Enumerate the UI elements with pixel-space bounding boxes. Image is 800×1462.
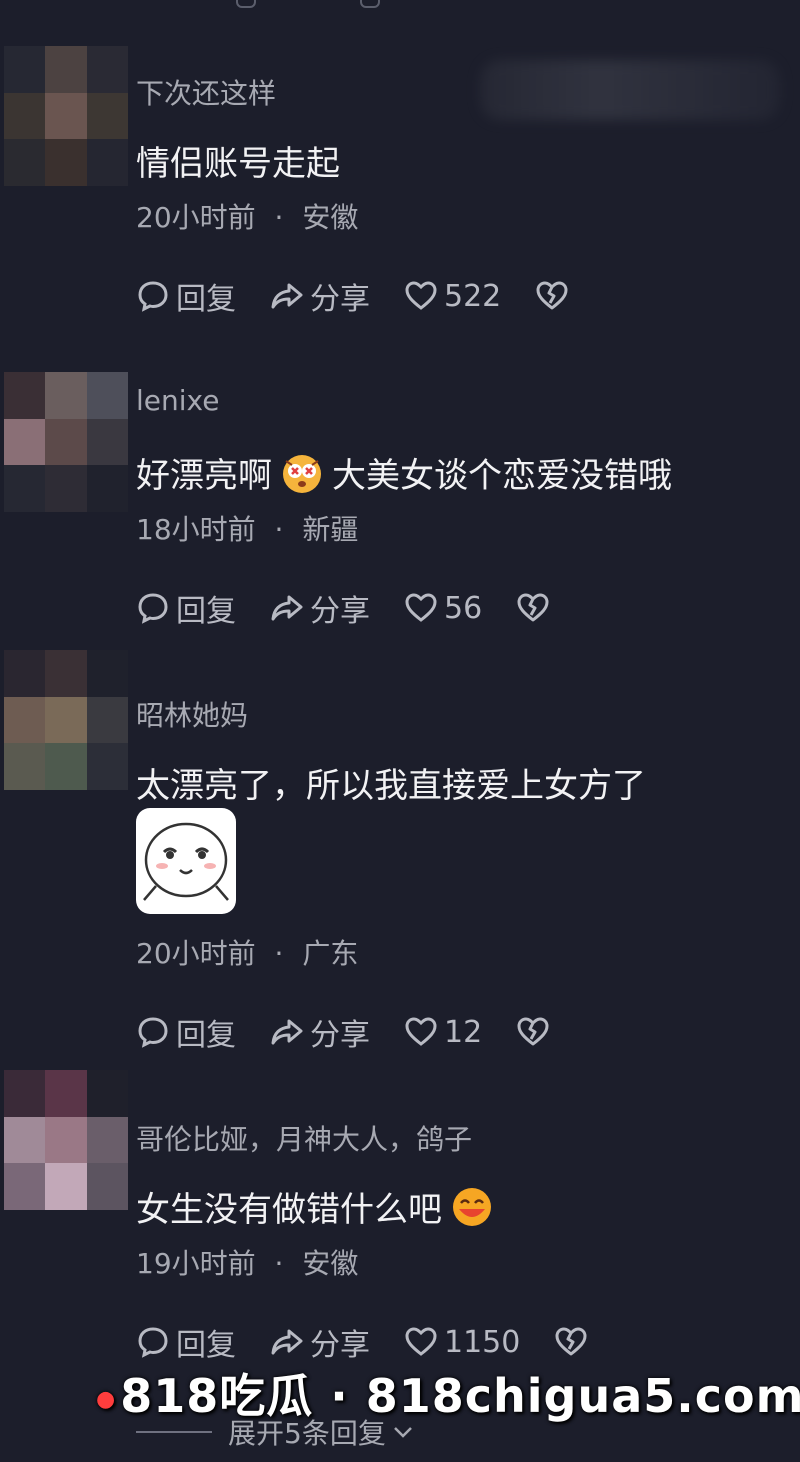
- comment-meta: 19小时前 · 安徽: [136, 1242, 358, 1282]
- dislike-button[interactable]: [516, 591, 550, 625]
- broken-heart-icon: [555, 1327, 587, 1356]
- comment-meta: 18小时前 · 新疆: [136, 508, 358, 548]
- dislike-button[interactable]: [516, 1015, 550, 1049]
- reply-button[interactable]: 回复: [136, 274, 236, 318]
- comment-actions: 回复 分享 1150: [136, 1320, 622, 1364]
- comment-location: 安徽: [302, 201, 359, 234]
- share-arrow-icon: [271, 1019, 303, 1045]
- comment-text: 太漂亮了，所以我直接爱上女方了: [136, 758, 646, 807]
- comment-meta: 20小时前 · 广东: [136, 932, 358, 972]
- watermark-dot-icon: ●: [96, 1387, 117, 1412]
- watermark: ●818吃瓜 · 818chigua5.com: [96, 1360, 800, 1426]
- comment-actions: 回复 分享 12: [136, 1010, 584, 1054]
- previous-comment-actions-edge: [0, 0, 800, 14]
- partial-icon: [360, 0, 380, 8]
- comment-text-before: 好漂亮啊: [136, 456, 272, 496]
- comment-text-content: 太漂亮了，所以我直接爱上女方了: [136, 766, 646, 806]
- comment-location: 广东: [302, 937, 359, 970]
- heart-icon: [405, 1327, 437, 1356]
- share-arrow-icon: [271, 283, 303, 309]
- avatar[interactable]: [4, 650, 128, 790]
- avatar[interactable]: [4, 372, 128, 512]
- comment-username[interactable]: lenixe: [136, 384, 219, 417]
- share-button[interactable]: 分享: [270, 1010, 370, 1054]
- comment-time: 20小时前: [136, 201, 256, 234]
- reply-label: 回复: [176, 1328, 236, 1363]
- share-arrow-icon: [271, 595, 303, 621]
- share-label: 分享: [310, 1018, 370, 1053]
- like-count: 522: [444, 278, 502, 314]
- sticker-image[interactable]: [136, 808, 236, 914]
- comment-location: 安徽: [302, 1247, 359, 1280]
- comment-actions: 回复 分享 522: [136, 274, 603, 318]
- smiling-face-sticker-icon: [143, 822, 229, 901]
- share-label: 分享: [310, 282, 370, 317]
- comment-text-content: 女生没有做错什么吧: [136, 1190, 442, 1230]
- comment-time: 19小时前: [136, 1247, 256, 1280]
- share-button[interactable]: 分享: [270, 274, 370, 318]
- comment-text: 情侣账号走起: [136, 136, 340, 185]
- share-label: 分享: [310, 594, 370, 629]
- meta-separator: ·: [274, 201, 284, 234]
- reply-label: 回复: [176, 1018, 236, 1053]
- comment-meta: 20小时前 · 安徽: [136, 196, 358, 236]
- dizzy-eyes-emoji-icon: [283, 454, 321, 493]
- heart-icon: [405, 593, 437, 622]
- reply-bubble-icon: [138, 281, 168, 312]
- broken-heart-icon: [517, 1017, 549, 1046]
- meta-separator: ·: [274, 513, 284, 546]
- comment-username[interactable]: 哥伦比娅，月神大人，鸽子: [136, 1118, 472, 1158]
- reply-bubble-icon: [138, 1327, 168, 1358]
- like-count: 56: [444, 590, 483, 626]
- reply-button[interactable]: 回复: [136, 586, 236, 630]
- blurred-region: [480, 60, 780, 120]
- broken-heart-icon: [517, 593, 549, 622]
- like-button[interactable]: 522: [404, 279, 501, 314]
- heart-icon: [405, 281, 437, 310]
- share-button[interactable]: 分享: [270, 586, 370, 630]
- meta-separator: ·: [274, 1247, 284, 1280]
- avatar[interactable]: [4, 46, 128, 186]
- watermark-text: 818吃瓜 · 818chigua5.com: [120, 1369, 800, 1423]
- reply-button[interactable]: 回复: [136, 1010, 236, 1054]
- heart-icon: [405, 1017, 437, 1046]
- comment-text: 女生没有做错什么吧: [136, 1182, 494, 1231]
- meta-separator: ·: [274, 937, 284, 970]
- comment-username[interactable]: 昭林她妈: [136, 694, 248, 734]
- grinning-face-emoji-icon: [453, 1187, 491, 1226]
- comment-text-content: 情侣账号走起: [136, 144, 340, 184]
- reply-label: 回复: [176, 282, 236, 317]
- partial-icon: [236, 0, 256, 8]
- like-button[interactable]: 56: [404, 591, 482, 626]
- share-label: 分享: [310, 1328, 370, 1363]
- comment-location: 新疆: [302, 513, 359, 546]
- like-count: 12: [444, 1014, 483, 1050]
- comment-text-after: 大美女谈个恋爱没错哦: [332, 456, 672, 496]
- reply-button[interactable]: 回复: [136, 1320, 236, 1364]
- broken-heart-icon: [536, 281, 568, 310]
- dislike-button[interactable]: [535, 279, 569, 313]
- reply-label: 回复: [176, 594, 236, 629]
- expand-divider-line: [136, 1431, 212, 1433]
- comment-time: 20小时前: [136, 937, 256, 970]
- share-arrow-icon: [271, 1329, 303, 1355]
- comment-actions: 回复 分享 56: [136, 586, 584, 630]
- avatar[interactable]: [4, 1070, 128, 1210]
- dislike-button[interactable]: [554, 1325, 588, 1359]
- comment-time: 18小时前: [136, 513, 256, 546]
- like-button[interactable]: 12: [404, 1015, 482, 1050]
- like-count: 1150: [444, 1324, 521, 1360]
- share-button[interactable]: 分享: [270, 1320, 370, 1364]
- like-button[interactable]: 1150: [404, 1325, 520, 1360]
- comment-text: 好漂亮啊 大美女谈个恋爱没错哦: [136, 448, 672, 497]
- reply-bubble-icon: [138, 1017, 168, 1048]
- reply-bubble-icon: [138, 593, 168, 624]
- comment-username[interactable]: 下次还这样: [136, 72, 276, 112]
